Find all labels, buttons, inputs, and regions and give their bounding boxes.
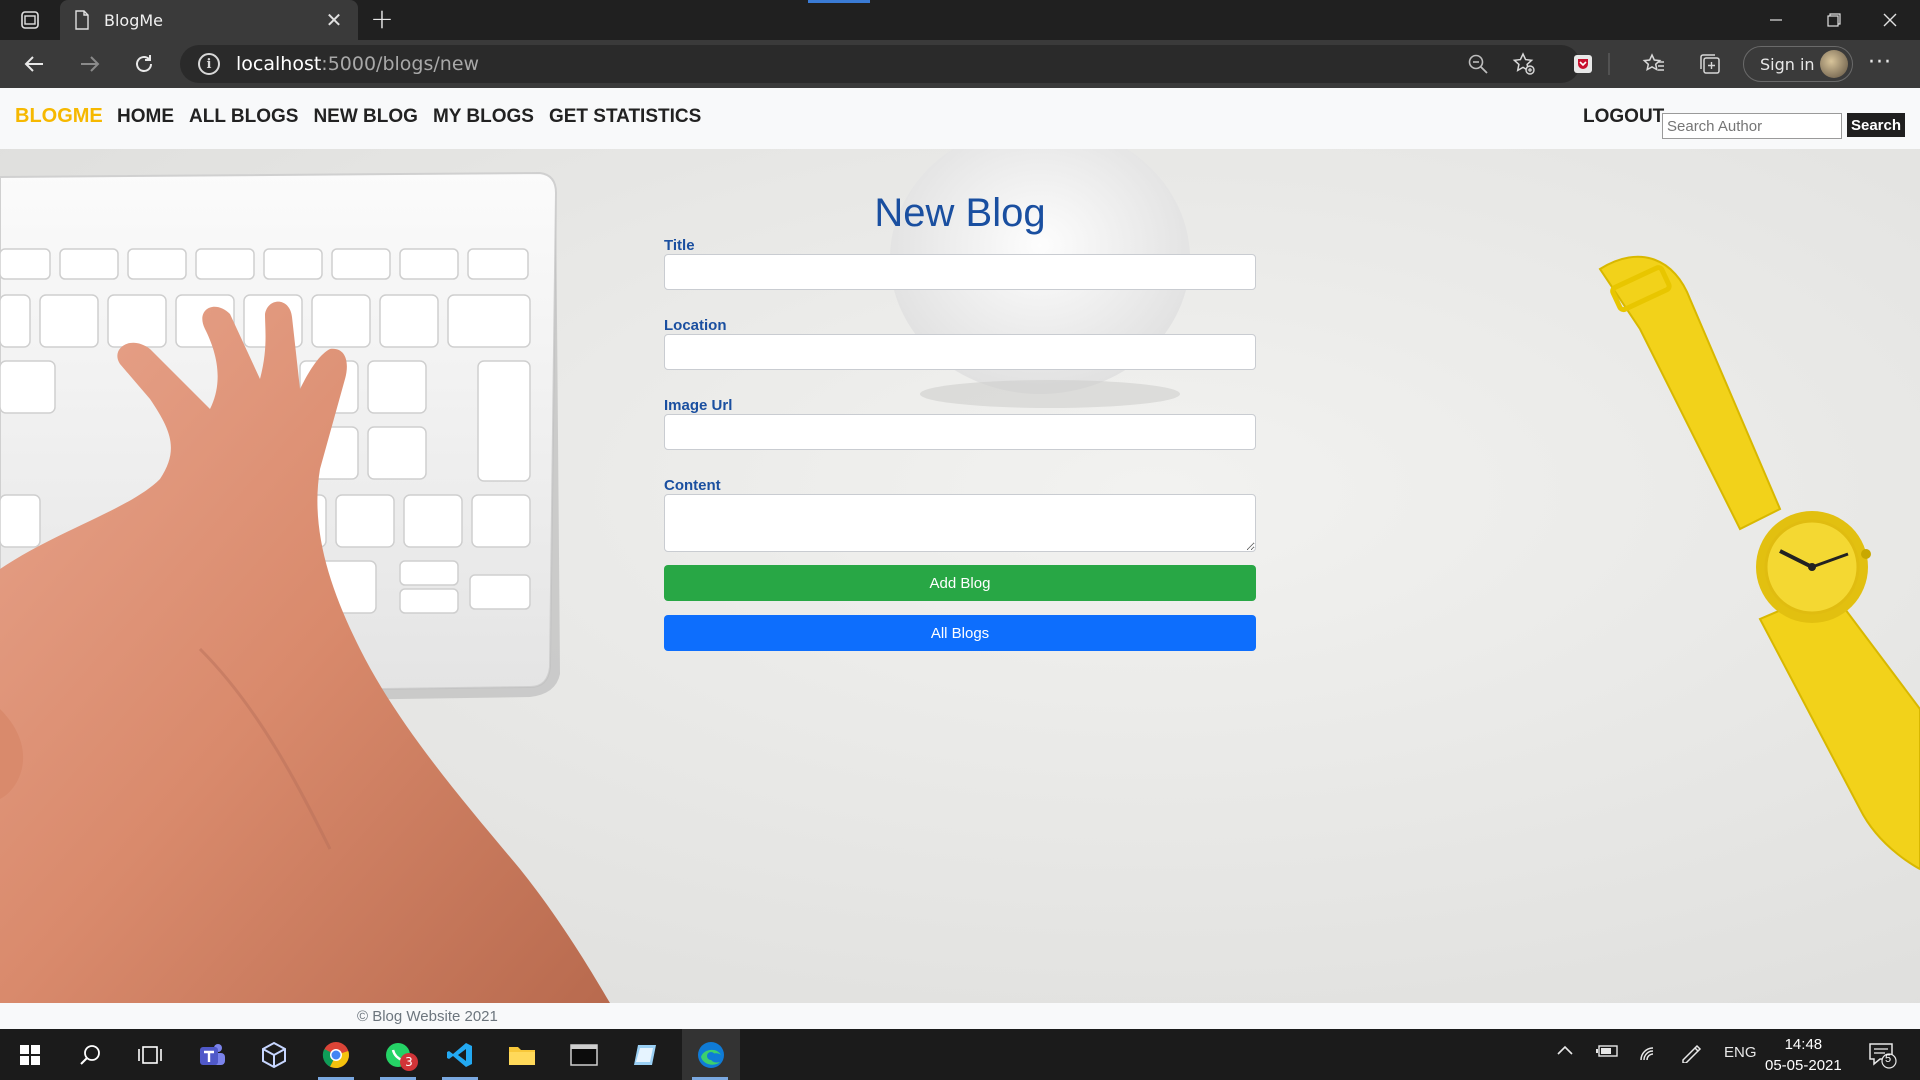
add-blog-button[interactable]: Add Blog — [664, 565, 1256, 601]
content-textarea[interactable] — [664, 494, 1256, 552]
browser-tabstrip: BlogMe ✕ + — [0, 0, 1920, 40]
collections-icon[interactable] — [1695, 50, 1725, 78]
hero-background: New Blog Title Location Image Url Conten… — [0, 149, 1920, 1003]
logout-link[interactable]: LOGOUT — [1583, 106, 1664, 128]
url-host: localhost — [236, 53, 322, 75]
page-icon — [75, 10, 89, 30]
watch-strap-bottom — [1758, 587, 1920, 871]
nav-link-home[interactable]: HOME — [117, 106, 174, 128]
pocket-icon[interactable] — [1568, 50, 1598, 78]
minimize-icon[interactable] — [1748, 0, 1804, 40]
restore-icon[interactable] — [1806, 0, 1862, 40]
url-path: :5000/blogs/new — [321, 53, 480, 75]
location-label: Location — [664, 317, 727, 334]
location-input[interactable] — [664, 334, 1256, 370]
forward-icon[interactable] — [72, 48, 108, 80]
site-navbar: BLOGME HOME ALL BLOGS NEW BLOG MY BLOGS … — [0, 88, 1920, 149]
windows-start-icon[interactable] — [4, 1029, 56, 1080]
more-options-icon[interactable]: ··· — [1868, 50, 1892, 75]
pen-icon[interactable] — [1680, 1043, 1702, 1067]
all-blogs-button[interactable]: All Blogs — [664, 615, 1256, 651]
notifications-icon[interactable]: 5 — [1868, 1041, 1898, 1073]
task-view-icon[interactable] — [124, 1029, 176, 1080]
vscode-icon[interactable] — [434, 1029, 486, 1080]
page-title: New Blog — [874, 191, 1046, 235]
info-icon[interactable]: i — [198, 53, 220, 75]
sign-in-button[interactable]: Sign in — [1743, 46, 1853, 82]
clock-date: 05-05-2021 — [1765, 1057, 1842, 1074]
footer-copyright: © Blog Website 2021 — [357, 1008, 498, 1025]
language-indicator[interactable]: ENG — [1724, 1044, 1757, 1061]
notes-app-icon[interactable] — [620, 1029, 672, 1080]
brand-logo[interactable]: BLOGME — [15, 105, 103, 128]
teams-icon[interactable] — [186, 1029, 238, 1080]
chrome-icon[interactable] — [310, 1029, 362, 1080]
whatsapp-badge: 3 — [400, 1053, 418, 1071]
back-icon[interactable] — [16, 48, 52, 80]
browser-toolbar: i localhost:5000/blogs/new Sign in ··· — [0, 40, 1920, 88]
nav-link-new-blog[interactable]: NEW BLOG — [313, 106, 418, 128]
browser-tab[interactable]: BlogMe ✕ — [60, 0, 358, 40]
edge-icon[interactable] — [682, 1029, 740, 1080]
file-explorer-icon[interactable] — [496, 1029, 548, 1080]
clock-time: 14:48 — [1784, 1036, 1823, 1053]
favorites-icon[interactable] — [1639, 50, 1669, 78]
add-favorite-icon[interactable] — [1509, 50, 1539, 78]
close-icon[interactable] — [1862, 0, 1918, 40]
battery-icon[interactable] — [1596, 1043, 1620, 1063]
image-url-input[interactable] — [664, 414, 1256, 450]
site-footer: © Blog Website 2021 — [0, 1003, 1920, 1029]
search-button[interactable]: Search — [1847, 113, 1905, 137]
loading-indicator — [808, 0, 870, 3]
system-clock[interactable]: 14:48 05-05-2021 — [1765, 1034, 1842, 1076]
zoom-out-icon[interactable] — [1463, 50, 1493, 78]
search-icon[interactable] — [64, 1029, 116, 1080]
nav-link-all-blogs[interactable]: ALL BLOGS — [189, 106, 298, 128]
windows-taskbar: 3 ENG 14:48 05-05-2021 5 — [0, 1029, 1920, 1080]
virtualbox-icon[interactable] — [248, 1029, 300, 1080]
terminal-icon[interactable] — [558, 1029, 610, 1080]
toolbar-divider — [1604, 50, 1614, 78]
nav-link-get-statistics[interactable]: GET STATISTICS — [549, 106, 701, 128]
whatsapp-icon[interactable]: 3 — [372, 1029, 424, 1080]
tab-title: BlogMe — [104, 10, 164, 30]
search-author-input[interactable] — [1662, 113, 1842, 139]
sign-in-label: Sign in — [1760, 54, 1815, 74]
watch-strap-top — [1598, 255, 1782, 531]
show-hidden-icons-icon[interactable] — [1556, 1043, 1574, 1061]
web-page: BLOGME HOME ALL BLOGS NEW BLOG MY BLOGS … — [0, 88, 1920, 1029]
title-input[interactable] — [664, 254, 1256, 290]
nav-links: HOME ALL BLOGS NEW BLOG MY BLOGS GET STA… — [117, 106, 716, 128]
nav-link-my-blogs[interactable]: MY BLOGS — [433, 106, 534, 128]
wifi-icon[interactable] — [1638, 1043, 1660, 1065]
new-tab-button[interactable]: + — [366, 4, 398, 36]
image-url-label: Image Url — [664, 397, 733, 414]
close-tab-icon[interactable]: ✕ — [324, 8, 344, 32]
address-bar[interactable]: i localhost:5000/blogs/new — [180, 45, 1580, 83]
avatar — [1820, 50, 1848, 78]
content-label: Content — [664, 477, 721, 494]
tab-actions-icon[interactable] — [14, 8, 46, 32]
title-label: Title — [664, 237, 695, 254]
notification-count: 5 — [1885, 1053, 1892, 1065]
refresh-icon[interactable] — [126, 48, 162, 80]
